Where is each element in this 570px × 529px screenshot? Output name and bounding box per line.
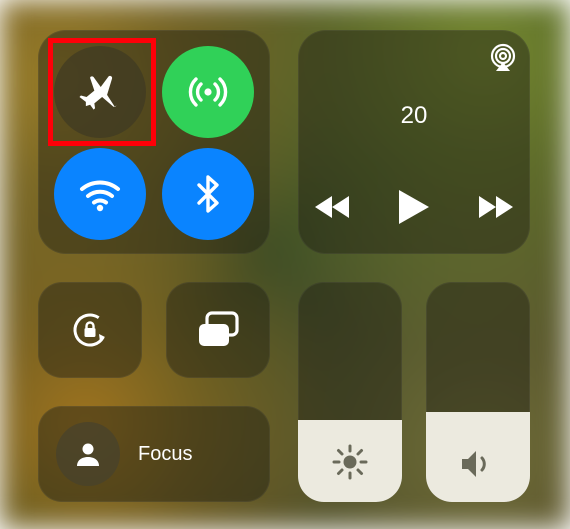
screen-mirroring-button[interactable] <box>166 282 270 378</box>
wifi-button[interactable] <box>54 148 146 240</box>
control-center: 20 <box>0 0 570 529</box>
play-button[interactable] <box>399 190 429 224</box>
orientation-lock-icon <box>67 307 113 353</box>
airplane-icon <box>77 69 123 115</box>
volume-icon <box>459 448 497 480</box>
bluetooth-button[interactable] <box>162 148 254 240</box>
media-title: 20 <box>298 102 530 130</box>
person-icon <box>73 439 103 469</box>
rewind-button[interactable] <box>315 194 351 220</box>
forward-button[interactable] <box>477 194 513 220</box>
focus-label: Focus <box>138 443 192 466</box>
airplane-mode-button[interactable] <box>54 46 146 138</box>
antenna-icon <box>184 68 232 116</box>
brightness-icon <box>332 444 368 480</box>
volume-slider[interactable] <box>426 282 530 502</box>
bluetooth-icon <box>186 172 230 216</box>
focus-button[interactable]: Focus <box>38 406 270 502</box>
media-tile[interactable]: 20 <box>298 30 530 254</box>
cellular-data-button[interactable] <box>162 46 254 138</box>
screen-mirroring-icon <box>194 310 242 350</box>
brightness-slider[interactable] <box>298 282 402 502</box>
wifi-icon <box>75 169 125 219</box>
airplay-icon[interactable] <box>488 42 518 72</box>
orientation-lock-button[interactable] <box>38 282 142 378</box>
focus-icon-button[interactable] <box>56 422 120 486</box>
connectivity-tile[interactable] <box>38 30 270 254</box>
